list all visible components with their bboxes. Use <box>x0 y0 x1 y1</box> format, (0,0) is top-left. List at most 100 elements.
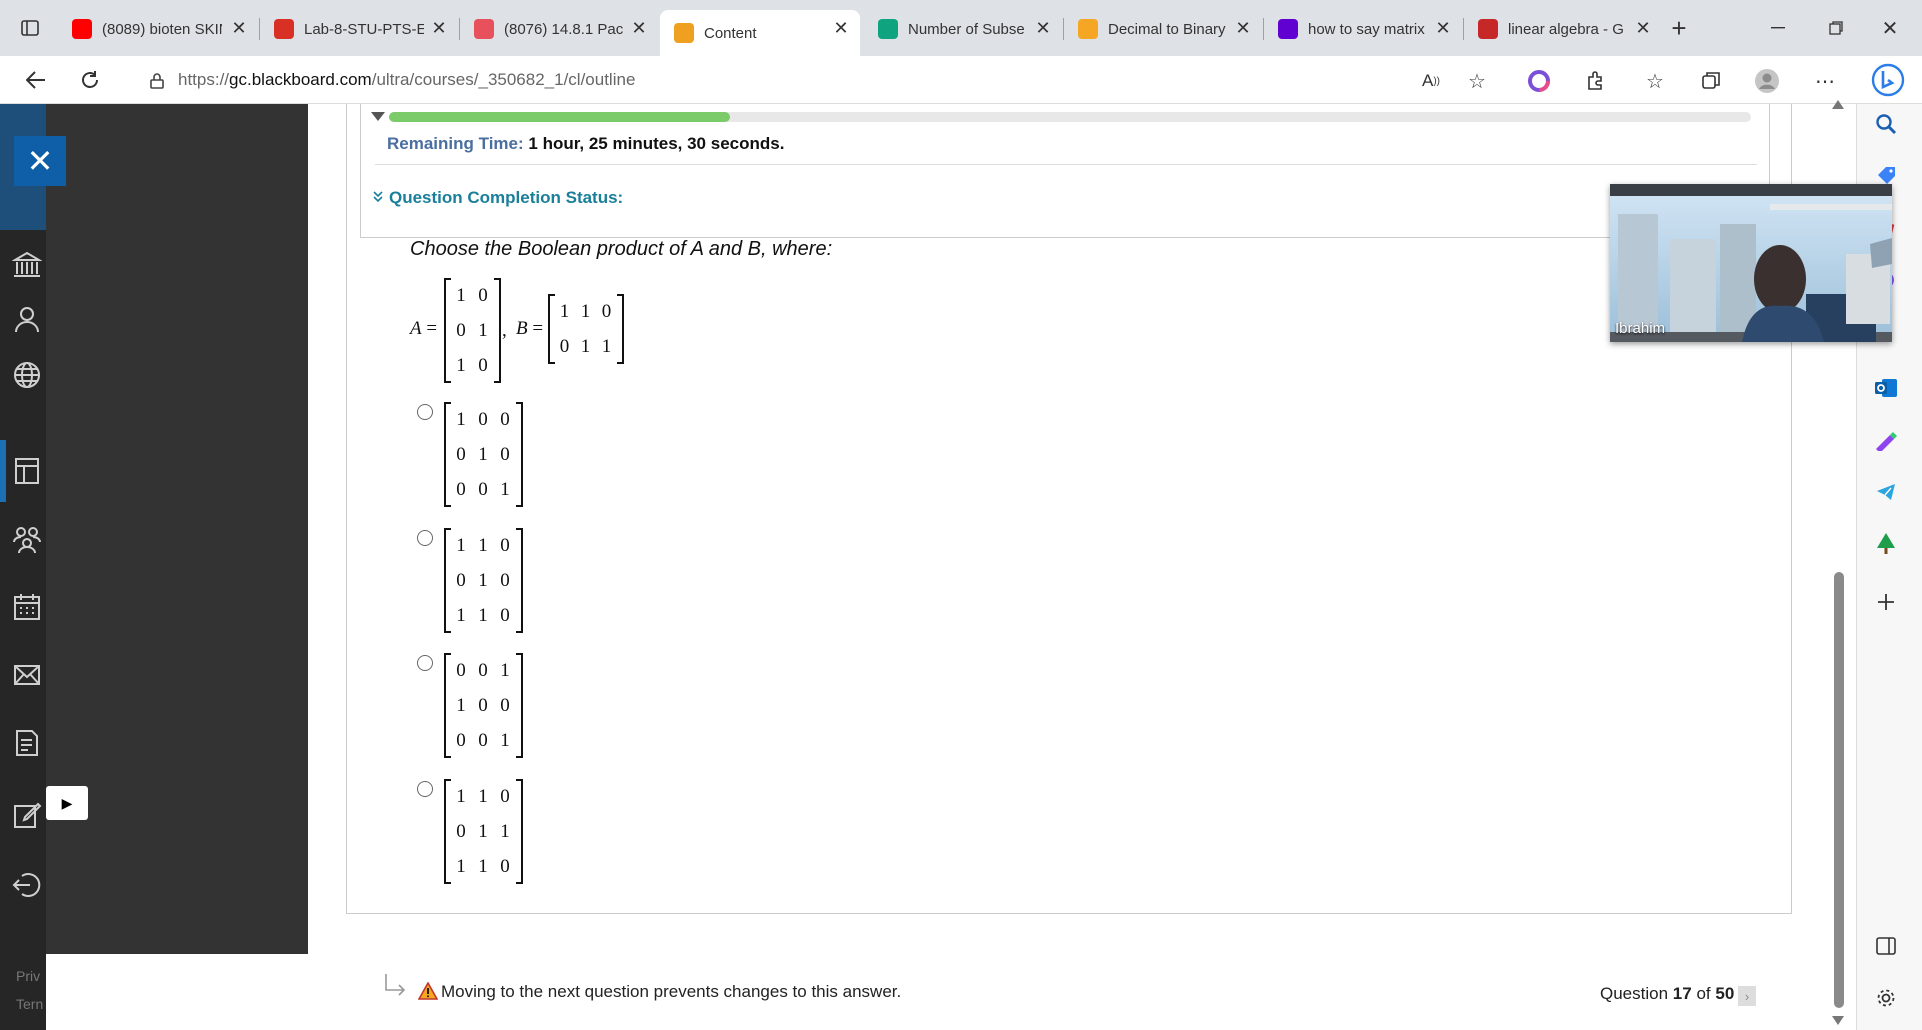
url-bar[interactable]: https://gc.blackboard.com/ultra/courses/… <box>128 62 1478 98</box>
browser-tab[interactable]: Lab-8-STU-PTS-Ex ✕ <box>260 10 458 48</box>
tree-icon[interactable] <box>1870 528 1902 560</box>
video-frame-image <box>1610 184 1892 342</box>
messages-icon[interactable] <box>12 660 42 690</box>
organizations-icon[interactable] <box>12 524 42 554</box>
tab-title: how to say matrix <box>1308 20 1425 38</box>
tab-close-icon[interactable]: ✕ <box>428 18 450 39</box>
matrix-cell: 0 <box>500 443 510 465</box>
matrix-cell: 0 <box>478 284 488 306</box>
tab-close-icon[interactable]: ✕ <box>830 18 852 39</box>
completion-status-label: Question Completion Status: <box>389 188 624 207</box>
settings-gear-icon[interactable] <box>1870 982 1902 1014</box>
minimize-button[interactable] <box>1760 0 1796 56</box>
globe-icon[interactable] <box>12 360 42 390</box>
browser-tab[interactable]: Number of Subse ✕ <box>864 10 1062 48</box>
matrix-cell: 1 <box>500 478 510 500</box>
rapidtables-icon <box>1078 19 1098 39</box>
tools-edit-icon[interactable] <box>12 800 42 830</box>
back-button[interactable] <box>20 64 52 96</box>
matrix-cell: 1 <box>478 443 488 465</box>
participant-name: Ibrahim <box>1615 320 1666 337</box>
matrix-b-cells: 110011 <box>554 294 617 364</box>
restore-button[interactable] <box>1818 0 1854 56</box>
matrix-cell: 0 <box>456 729 466 751</box>
search-icon[interactable] <box>1870 108 1902 140</box>
tab-title: Content <box>704 24 757 42</box>
tab-close-icon[interactable]: ✕ <box>1032 18 1054 39</box>
right-bracket <box>516 653 523 758</box>
tab-close-icon[interactable]: ✕ <box>628 18 650 39</box>
matrix-cell: 0 <box>456 659 466 681</box>
play-button[interactable]: ▶ <box>46 786 88 820</box>
tab-close-icon[interactable]: ✕ <box>1632 18 1654 39</box>
designer-icon[interactable] <box>1870 424 1902 456</box>
scroll-thumb[interactable] <box>1834 572 1844 1008</box>
add-sidebar-app-icon[interactable] <box>1870 586 1902 618</box>
tab-close-icon[interactable]: ✕ <box>1432 18 1454 39</box>
lock-icon[interactable] <box>150 73 164 89</box>
answer-matrix-cells: 110010110 <box>450 528 516 633</box>
tab-title: (8089) bioten SKIN <box>102 20 222 38</box>
matrix-cell: 0 <box>500 694 510 716</box>
telegram-icon[interactable] <box>1870 476 1902 508</box>
refresh-button[interactable] <box>74 64 106 96</box>
browser-tab[interactable]: (8076) 14.8.1 Pack ✕ <box>460 10 658 48</box>
collections-icon[interactable] <box>1698 68 1724 94</box>
matrix-b-name: B = <box>516 318 544 339</box>
collapse-triangle-icon[interactable] <box>371 112 385 121</box>
double-chevron-down-icon <box>373 190 383 206</box>
browser-tab[interactable]: linear algebra - G ✕ <box>1464 10 1662 48</box>
address-toolbar: https://gc.blackboard.com/ultra/courses/… <box>0 56 1922 104</box>
privacy-link[interactable]: Priv <box>16 962 43 990</box>
sign-out-icon[interactable] <box>12 870 42 900</box>
extensions-icon[interactable] <box>1582 68 1608 94</box>
grades-icon[interactable] <box>12 728 42 758</box>
matrix-cell: 1 <box>580 335 591 357</box>
favorites-icon[interactable]: ☆ <box>1642 68 1668 94</box>
matrix-cell: 1 <box>500 820 510 842</box>
matrix-cell: 1 <box>456 534 466 556</box>
browser-tab[interactable]: how to say matrix ✕ <box>1264 10 1462 48</box>
matrix-cell: 1 <box>478 569 488 591</box>
next-question-button[interactable]: › <box>1738 986 1756 1006</box>
right-bracket <box>516 779 523 884</box>
tab-title: Number of Subse <box>908 20 1025 38</box>
tab-close-icon[interactable]: ✕ <box>228 18 250 39</box>
new-tab-button[interactable]: + <box>1662 0 1696 56</box>
right-bracket <box>516 528 523 633</box>
blackboard-pencil-icon <box>674 23 694 43</box>
completion-status-toggle[interactable]: Question Completion Status: <box>373 188 623 208</box>
outlook-icon[interactable] <box>1870 372 1902 404</box>
tab-actions-icon[interactable] <box>14 0 46 56</box>
browser-tab[interactable]: (8089) bioten SKIN ✕ <box>58 10 258 48</box>
hide-sidebar-icon[interactable] <box>1870 930 1902 962</box>
footer-links: Priv Tern <box>16 962 43 1018</box>
profile-avatar-icon[interactable] <box>1754 68 1780 94</box>
bing-chat-icon[interactable] <box>1870 62 1906 98</box>
tab-close-icon[interactable]: ✕ <box>1232 18 1254 39</box>
scroll-up-arrow-icon[interactable] <box>1832 100 1844 109</box>
calendar-icon[interactable] <box>12 592 42 622</box>
browser-tab[interactable]: Decimal to Binary ✕ <box>1064 10 1262 48</box>
window-close-button[interactable]: ✕ <box>1872 0 1908 56</box>
participant-video[interactable] <box>1610 184 1892 342</box>
colorful-extension-icon[interactable] <box>1526 68 1552 94</box>
more-menu-icon[interactable]: ⋯ <box>1812 68 1838 94</box>
profile-icon[interactable] <box>12 304 42 334</box>
answer-radio[interactable] <box>417 781 433 797</box>
answer-radio[interactable] <box>417 530 433 546</box>
terms-link[interactable]: Tern <box>16 990 43 1018</box>
add-favorite-icon[interactable]: ☆ <box>1464 68 1490 94</box>
answer-radio[interactable] <box>417 655 433 671</box>
matrix-cell: 0 <box>478 729 488 751</box>
answer-radio[interactable] <box>417 404 433 420</box>
browser-tab[interactable]: Content ✕ <box>660 10 860 56</box>
institution-icon[interactable] <box>12 250 42 280</box>
matrix-cell: 0 <box>478 694 488 716</box>
matrix-cell: 1 <box>478 604 488 626</box>
scroll-down-arrow-icon[interactable] <box>1832 1016 1844 1025</box>
close-panel-button[interactable]: ✕ <box>14 136 66 186</box>
time-progress-bar <box>389 112 1751 122</box>
read-aloud-icon[interactable]: A)) <box>1418 68 1444 94</box>
courses-icon[interactable] <box>12 456 42 486</box>
